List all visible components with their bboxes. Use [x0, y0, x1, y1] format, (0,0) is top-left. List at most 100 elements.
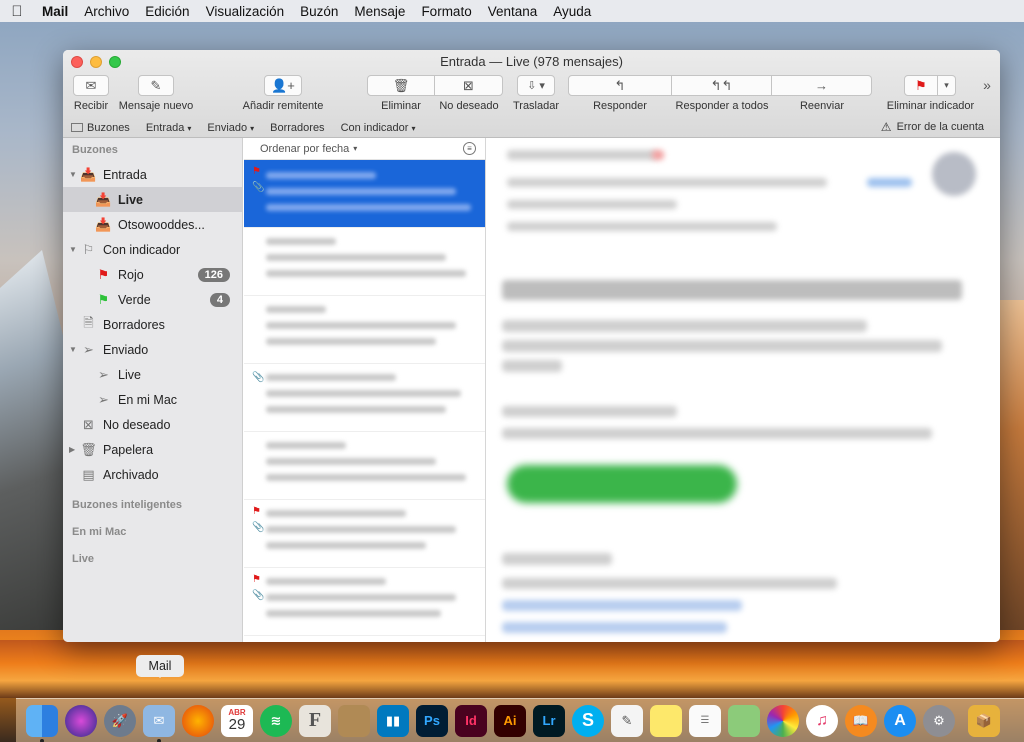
- textedit-icon[interactable]: ✎: [611, 704, 643, 737]
- running-indicator: [40, 738, 44, 742]
- sidebar-item-inbox-live[interactable]: 📥 Live: [63, 187, 242, 212]
- flag-icon[interactable]: ⚑: [904, 75, 938, 96]
- archive-utility-box-icon[interactable]: 📦: [968, 704, 1000, 737]
- blurred-subject: [266, 594, 456, 601]
- sidebar-item-flag-red[interactable]: ⚑ Rojo 126: [63, 262, 242, 287]
- illustrator-icon[interactable]: Ai: [494, 704, 526, 737]
- sidebar-item-trash[interactable]: ▶ 🗑 Papelera: [63, 437, 242, 462]
- disclosure-triangle-icon[interactable]: ▼: [69, 245, 77, 254]
- font-book-icon[interactable]: F: [299, 704, 331, 737]
- blurred-action-button[interactable]: [507, 465, 737, 503]
- sidebar-item-label: Live: [118, 367, 141, 382]
- sidebar-section-live[interactable]: Live: [63, 546, 242, 573]
- blurred-preview: [266, 610, 441, 617]
- inbox-tray-icon: 📥: [80, 166, 97, 182]
- sidebar-item-drafts[interactable]: 🗎 Borradores: [63, 312, 242, 337]
- calendar-icon[interactable]: ABR 29: [221, 704, 253, 737]
- fav-flagged[interactable]: Con indicador ▾: [333, 122, 424, 134]
- blurred-paragraph: [502, 553, 612, 565]
- window-titlebar: Entrada — Live (978 mensajes) ✉ Recibir …: [63, 50, 1000, 138]
- sidebar-item-archive[interactable]: ▤ Archivado: [63, 462, 242, 487]
- sidebar-item-flagged[interactable]: ▼ ⚐ Con indicador: [63, 237, 242, 262]
- sidebar-section-buzones[interactable]: Buzones: [63, 138, 242, 162]
- chevron-down-icon: ▾: [411, 123, 416, 133]
- lightroom-icon[interactable]: Lr: [533, 704, 565, 737]
- menu-mensaje[interactable]: Mensaje: [346, 4, 413, 19]
- sidebar-item-inbox[interactable]: ▼ 📥 Entrada: [63, 162, 242, 187]
- menu-visualizacion[interactable]: Visualización: [198, 4, 293, 19]
- list-item[interactable]: [244, 228, 485, 296]
- sidebar-item-sent-mac[interactable]: ➢ En mi Mac: [63, 387, 242, 412]
- sidebar-item-flag-green[interactable]: ⚑ Verde 4: [63, 287, 242, 312]
- trash-icon[interactable]: 🗑: [367, 75, 435, 96]
- new-message-button[interactable]: ✎ Mensaje nuevo: [118, 75, 194, 112]
- notes-stickies-icon[interactable]: [338, 704, 370, 737]
- menu-edicion[interactable]: Edición: [137, 4, 197, 19]
- launchpad-rocket-icon[interactable]: 🚀: [104, 704, 136, 737]
- list-item[interactable]: ⚑ 📎: [244, 568, 485, 636]
- fav-mailboxes[interactable]: Buzones: [63, 122, 138, 134]
- photoshop-icon[interactable]: Ps: [416, 704, 448, 737]
- sidebar-section-mac[interactable]: En mi Mac: [63, 519, 242, 546]
- blurred-heading: [502, 280, 962, 300]
- skype-icon[interactable]: S: [572, 704, 604, 737]
- indesign-icon[interactable]: Id: [455, 704, 487, 737]
- disclosure-triangle-icon[interactable]: ▼: [69, 170, 77, 179]
- menu-formato[interactable]: Formato: [413, 4, 479, 19]
- list-item[interactable]: [244, 432, 485, 500]
- menu-ayuda[interactable]: Ayuda: [545, 4, 599, 19]
- sidebar-item-sent-live[interactable]: ➢ Live: [63, 362, 242, 387]
- siri-icon[interactable]: [65, 704, 97, 737]
- move-button[interactable]: ⇩ ▾ Trasladar: [511, 75, 561, 112]
- fav-sent[interactable]: Enviado ▾: [199, 122, 262, 134]
- menu-ventana[interactable]: Ventana: [480, 4, 546, 19]
- sidebar-item-label: Enviado: [103, 342, 149, 357]
- disclosure-triangle-icon[interactable]: ▼: [69, 345, 77, 354]
- menu-app-mail[interactable]: Mail: [34, 4, 76, 19]
- sidebar-item-label: Archivado: [103, 467, 159, 482]
- trello-icon[interactable]: ▮▮: [377, 704, 409, 737]
- toolbar-overflow-button[interactable]: »: [977, 77, 997, 93]
- notes-icon[interactable]: [650, 704, 682, 737]
- forward-label: Reenviar: [799, 100, 845, 112]
- junk-icon[interactable]: ⊠: [435, 75, 503, 96]
- firefox-icon[interactable]: [182, 704, 214, 737]
- fav-inbox[interactable]: Entrada ▾: [138, 122, 200, 134]
- fav-drafts[interactable]: Borradores: [262, 122, 332, 134]
- maps-icon[interactable]: [728, 704, 760, 737]
- disclosure-triangle-icon[interactable]: ▶: [69, 445, 75, 454]
- itunes-icon[interactable]: ♫: [806, 704, 838, 737]
- list-item[interactable]: ⚑ 📎: [244, 160, 485, 228]
- sidebar-section-smart[interactable]: Buzones inteligentes: [63, 492, 242, 519]
- reply-segment: ↰ ↰↰ →: [568, 75, 872, 96]
- add-sender-button[interactable]: 👤+ Añadir remitente: [239, 75, 327, 112]
- photos-icon[interactable]: [767, 704, 799, 737]
- menu-buzon[interactable]: Buzón: [292, 4, 346, 19]
- reply-arrow-icon[interactable]: ↰: [568, 75, 672, 96]
- app-store-icon[interactable]: A: [884, 704, 916, 737]
- menu-archivo[interactable]: Archivo: [76, 4, 137, 19]
- list-item[interactable]: [244, 296, 485, 364]
- sidebar-item-junk[interactable]: ⊠ No deseado: [63, 412, 242, 437]
- reminders-icon[interactable]: ☰: [689, 704, 721, 737]
- ibooks-icon[interactable]: 📖: [845, 704, 877, 737]
- spotify-icon[interactable]: ≋: [260, 704, 292, 737]
- finder-icon[interactable]: [26, 704, 58, 742]
- system-preferences-gear-icon[interactable]: ⚙: [923, 704, 955, 737]
- get-mail-button[interactable]: ✉ Recibir: [69, 75, 113, 112]
- mail-app-icon[interactable]: ✉: [143, 704, 175, 742]
- blurred-link: [502, 622, 727, 633]
- attachment-icon: 📎: [252, 182, 265, 193]
- blurred-paragraph: [502, 340, 942, 352]
- sidebar-item-inbox-otsowooddes[interactable]: 📥 Otsowooddes...: [63, 212, 242, 237]
- forward-arrow-icon[interactable]: →: [772, 75, 872, 96]
- list-item[interactable]: ⚑ 📎: [244, 500, 485, 568]
- sidebar-item-sent[interactable]: ▼ ➢ Enviado: [63, 337, 242, 362]
- sort-header[interactable]: Ordenar por fecha ▾ ≡: [244, 138, 485, 160]
- reply-all-arrow-icon[interactable]: ↰↰: [672, 75, 772, 96]
- filter-icon[interactable]: ≡: [463, 142, 476, 155]
- apple-menu-icon[interactable]: : [0, 3, 34, 20]
- account-error-button[interactable]: ⚠ Error de la cuenta: [881, 120, 984, 134]
- flag-dropdown-chevron-icon[interactable]: ▾: [938, 75, 956, 96]
- list-item[interactable]: 📎: [244, 364, 485, 432]
